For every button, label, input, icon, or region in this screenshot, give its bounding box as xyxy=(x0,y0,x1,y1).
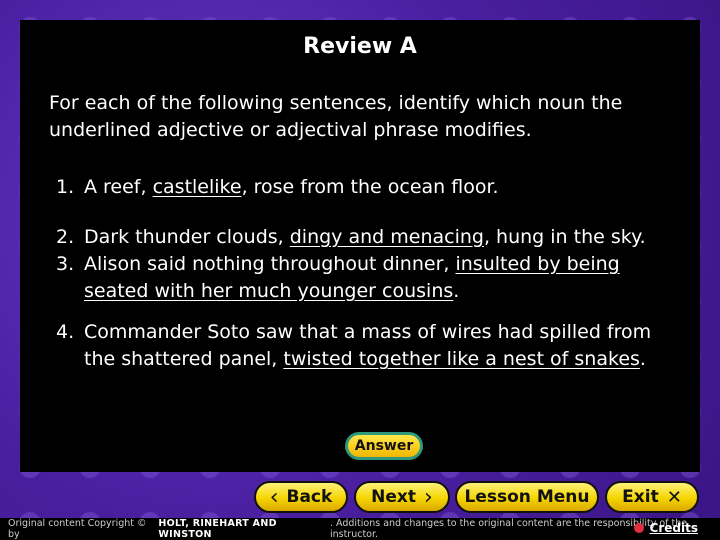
copyright-prefix: Original content Copyright © by xyxy=(8,518,147,540)
underlined-phrase: castlelike xyxy=(152,176,242,198)
slide-title: Review A xyxy=(303,34,417,59)
instructions: For each of the following sentences, ide… xyxy=(49,92,623,141)
copyright-footer: Original content Copyright © by HOLT, RI… xyxy=(0,518,720,540)
sentence-segment: , hung in the sky. xyxy=(483,226,646,248)
next-button[interactable]: Next › xyxy=(354,481,450,513)
exit-label: Exit xyxy=(622,487,659,507)
back-label: Back xyxy=(286,487,333,507)
back-button[interactable]: ‹ Back xyxy=(254,481,348,513)
next-label: Next xyxy=(371,487,417,507)
sentence-number: 3. xyxy=(56,253,75,275)
sentence-item: 4. Commander Soto saw that a mass of wire… xyxy=(56,319,656,373)
sentence-segment: A reef, xyxy=(84,176,153,198)
underlined-phrase: dingy and menacing xyxy=(289,226,484,248)
credits-link[interactable]: Credits xyxy=(633,521,698,535)
sentence-number: 2. xyxy=(56,226,75,248)
sentence-item: 1. A reef, castlelike, rose from the ocea… xyxy=(56,174,656,201)
sentence-item: 3. Alison said nothing throughout dinner,… xyxy=(56,251,656,305)
chevron-left-icon: ‹ xyxy=(269,484,279,510)
credits-label: Credits xyxy=(649,521,698,535)
sentence-text: Commander Soto saw that a mass of wires … xyxy=(84,319,656,373)
lesson-menu-label: Lesson Menu xyxy=(464,487,590,507)
underlined-phrase: twisted together like a nest of snakes xyxy=(283,348,640,370)
sentence-segment: . xyxy=(639,348,646,370)
sentence-segment: . xyxy=(453,280,460,302)
chevron-right-icon: › xyxy=(424,484,433,510)
sentence-text: Dark thunder clouds, dingy and menacing,… xyxy=(84,224,646,251)
sentence-list: 1. A reef, castlelike, rose from the ocea… xyxy=(56,174,656,373)
sentence-number: 1. xyxy=(56,176,75,198)
sentence-text: A reef, castlelike, rose from the ocean … xyxy=(84,174,499,201)
lesson-menu-button[interactable]: Lesson Menu xyxy=(455,481,599,513)
sentence-item: 2. Dark thunder clouds, dingy and menacin… xyxy=(56,224,656,251)
answer-button[interactable]: Answer xyxy=(345,432,423,460)
exit-button[interactable]: Exit ✕ xyxy=(605,481,699,513)
sentence-segment: Dark thunder clouds, xyxy=(84,226,290,248)
sentence-segment: , rose from the ocean floor. xyxy=(241,176,499,198)
slide-panel: Review A For each of the following sente… xyxy=(20,20,700,472)
sentence-segment: Alison said nothing throughout dinner, xyxy=(84,253,456,275)
close-icon: ✕ xyxy=(666,486,682,508)
sentence-text: Alison said nothing throughout dinner, i… xyxy=(84,251,656,305)
sentence-number: 4. xyxy=(56,321,75,343)
credits-dot-icon xyxy=(633,523,644,533)
publisher-name: HOLT, RINEHART AND WINSTON xyxy=(158,518,277,540)
